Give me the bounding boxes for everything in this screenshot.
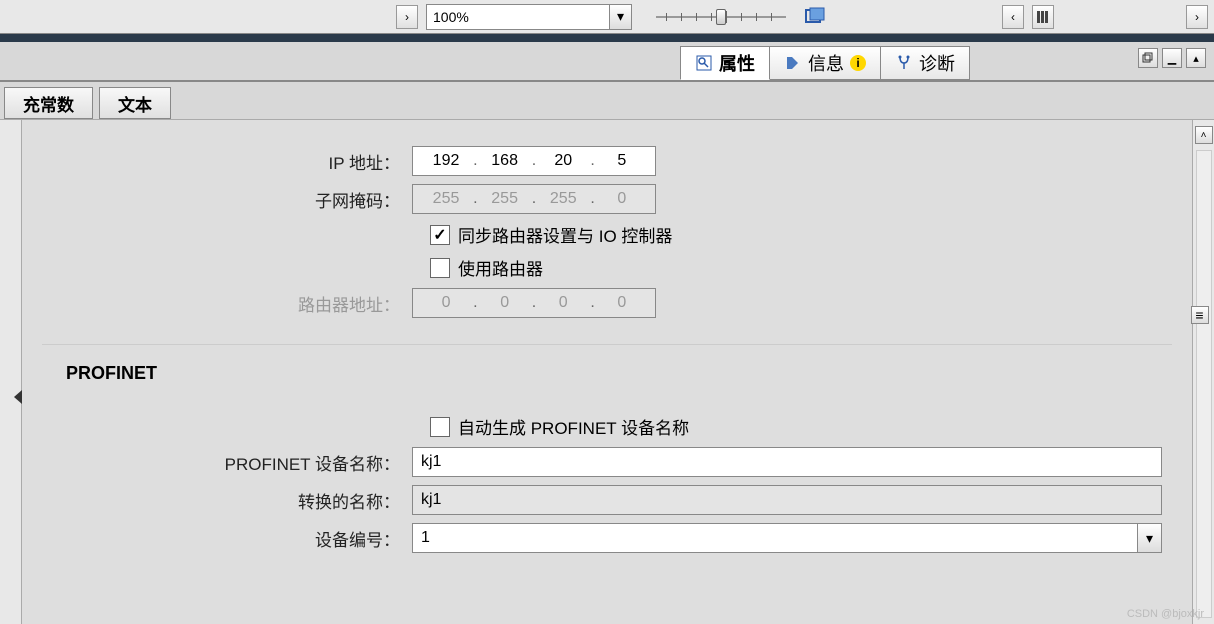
content-panel: IP 地址： 192. 168. 20. 5 子网掩码： 255. 255. 2… <box>22 120 1192 624</box>
fit-window-icon[interactable] <box>804 6 826 28</box>
inspector-tabs: 属性 信息 i 诊断 ▁ ▴ <box>0 42 1214 82</box>
divider <box>0 34 1214 42</box>
tab-properties-label: 属性 <box>719 50 755 76</box>
scroll-up-button[interactable]: ˄ <box>1195 126 1213 144</box>
router-address-input: 0. 0. 0. 0 <box>412 288 656 318</box>
converted-name-input <box>412 485 1162 515</box>
converted-name-label: 转换的名称： <box>42 488 412 513</box>
main-area: IP 地址： 192. 168. 20. 5 子网掩码： 255. 255. 2… <box>0 120 1214 624</box>
device-name-input[interactable] <box>412 447 1162 477</box>
router-address-label: 路由器地址： <box>42 291 412 316</box>
zoom-value[interactable]: 100% <box>426 4 610 30</box>
auto-name-label: 自动生成 PROFINET 设备名称 <box>458 414 689 439</box>
right-scrollbar: ˄ ≡ <box>1192 120 1214 624</box>
ip-address-label: IP 地址： <box>42 149 412 174</box>
minimize-icon[interactable]: ▁ <box>1162 48 1182 68</box>
sync-router-label: 同步路由器设置与 IO 控制器 <box>458 222 672 247</box>
profinet-title: PROFINET <box>66 363 1172 384</box>
zoom-dropdown-arrow[interactable]: ▾ <box>610 4 632 30</box>
sync-router-checkbox[interactable] <box>430 225 450 245</box>
left-marker-icon <box>14 390 22 404</box>
tab-diagnostics-label: 诊断 <box>919 50 955 76</box>
properties-icon <box>695 54 713 72</box>
auto-name-checkbox[interactable] <box>430 417 450 437</box>
inspector-window-controls: ▁ ▴ <box>1138 48 1206 68</box>
device-number-input[interactable] <box>412 523 1138 553</box>
subtab-text[interactable]: 文本 <box>99 87 171 119</box>
watermark: CSDN @bjoxkjr <box>1127 608 1204 620</box>
use-router-label: 使用路由器 <box>458 255 543 280</box>
left-nav-strip <box>0 120 22 624</box>
diagnostics-icon <box>895 54 913 72</box>
zoom-slider[interactable] <box>656 16 796 18</box>
columns-icon[interactable] <box>1032 5 1054 29</box>
slider-thumb[interactable] <box>716 9 726 25</box>
nav-right-button[interactable]: › <box>396 5 418 29</box>
device-number-dropdown[interactable]: ▾ <box>1138 523 1162 553</box>
profinet-section: PROFINET 自动生成 PROFINET 设备名称 PROFINET 设备名… <box>42 363 1172 553</box>
scroll-left-button[interactable]: ‹ <box>1002 5 1024 29</box>
use-router-checkbox[interactable] <box>430 258 450 278</box>
scroll-right-button[interactable]: › <box>1186 5 1208 29</box>
device-name-label: PROFINET 设备名称： <box>42 450 412 475</box>
restore-icon[interactable] <box>1138 48 1158 68</box>
ip-section: IP 地址： 192. 168. 20. 5 子网掩码： 255. 255. 2… <box>42 134 1172 345</box>
collapse-icon[interactable]: ▴ <box>1186 48 1206 68</box>
top-toolbar: › 100% ▾ ‹ › <box>0 0 1214 34</box>
scroll-track[interactable]: ≡ <box>1196 150 1212 618</box>
ip-address-input[interactable]: 192. 168. 20. 5 <box>412 146 656 176</box>
subtab-constants[interactable]: 充常数 <box>4 87 93 119</box>
tab-info[interactable]: 信息 i <box>769 46 881 80</box>
info-badge-icon: i <box>850 55 866 71</box>
tab-diagnostics[interactable]: 诊断 <box>880 46 970 80</box>
scroll-middle-icon[interactable]: ≡ <box>1191 306 1209 324</box>
tab-properties[interactable]: 属性 <box>680 46 770 80</box>
device-number-label: 设备编号： <box>42 526 412 551</box>
info-icon <box>784 54 802 72</box>
zoom-dropdown[interactable]: 100% ▾ <box>426 4 632 30</box>
subtabs: 充常数 文本 <box>0 82 1214 120</box>
subnet-mask-label: 子网掩码： <box>42 187 412 212</box>
subnet-mask-input[interactable]: 255. 255. 255. 0 <box>412 184 656 214</box>
tab-info-label: 信息 <box>808 50 844 76</box>
right-toolbar: ‹ › <box>1000 5 1210 29</box>
